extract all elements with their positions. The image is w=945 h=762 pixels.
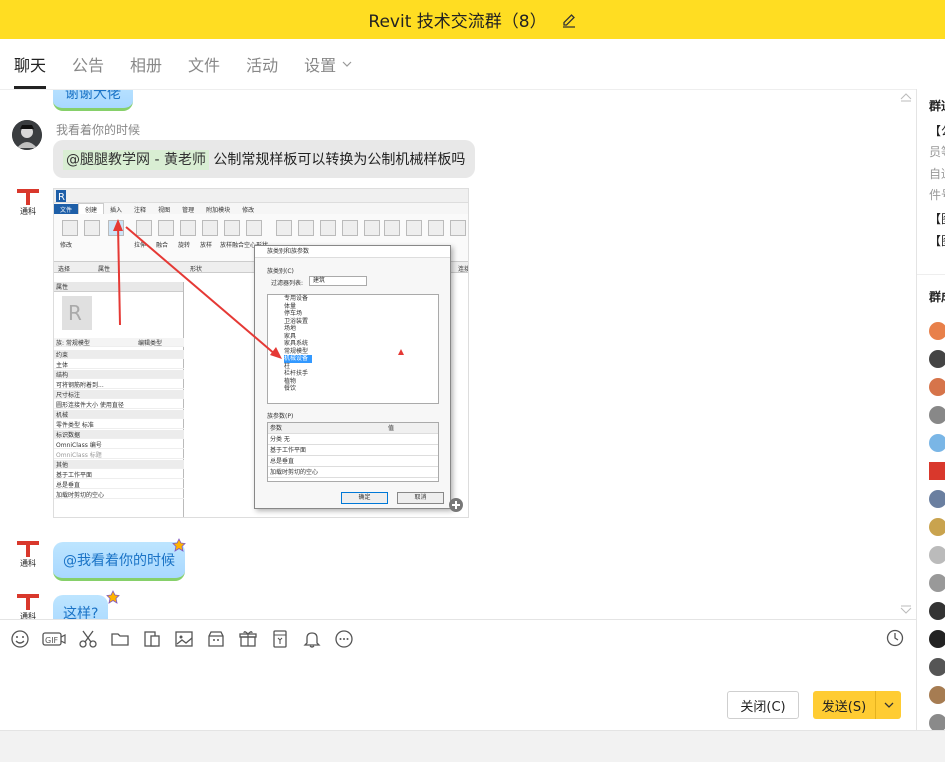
star-badge-icon (106, 590, 120, 604)
member-avatar[interactable] (929, 574, 945, 592)
notice-line[interactable]: 【图 (929, 232, 945, 249)
chevron-down-icon (342, 61, 352, 67)
avatar[interactable]: 通科 (12, 185, 44, 217)
tab-bar: 聊天 公告 相册 文件 活动 设置 (0, 39, 945, 89)
member-avatar[interactable] (929, 406, 945, 424)
bell-icon[interactable] (302, 629, 322, 649)
shop-icon[interactable] (206, 629, 226, 649)
svg-text:通科: 通科 (20, 558, 36, 568)
member-avatar[interactable] (929, 462, 945, 480)
message-text: 这样? (63, 606, 99, 619)
red-packet-icon[interactable] (270, 629, 290, 649)
message-bubble: @我看着你的时候 (53, 542, 185, 581)
folder-icon[interactable] (110, 629, 130, 649)
message-bubble: @腿腿教学网 - 黄老师 公制常规样板可以转换为公制机械样板吗 (53, 140, 476, 178)
image-icon[interactable] (174, 629, 194, 649)
tab-files[interactable]: 文件 (188, 39, 220, 89)
message-text: 公制常规样板可以转换为公制机械样板吗 (213, 152, 466, 168)
doc-scan-icon[interactable] (142, 629, 162, 649)
avatar[interactable]: 通科 (12, 537, 44, 569)
notice-line[interactable]: 【图 (929, 210, 945, 227)
zoom-in-icon[interactable] (448, 497, 464, 513)
notice-title: 群通知 (929, 99, 945, 113)
scissors-icon[interactable] (78, 629, 98, 649)
member-avatar[interactable] (929, 378, 945, 396)
notice-line: 件号 (929, 188, 945, 202)
more-icon[interactable] (334, 629, 354, 649)
send-options-dropdown[interactable] (875, 691, 901, 719)
message-bubble: 谢谢大佬 (53, 90, 133, 111)
avatar[interactable] (12, 120, 42, 150)
tab-settings[interactable]: 设置 (304, 39, 352, 89)
gift-icon[interactable] (238, 629, 258, 649)
member-avatar[interactable] (929, 490, 945, 508)
close-button[interactable]: 关闭(C) (727, 691, 799, 719)
star-badge-icon (172, 538, 186, 552)
status-strip (0, 730, 945, 762)
members-title: 群成员 (929, 290, 945, 304)
svg-text:GIF: GIF (45, 636, 59, 645)
svg-text:通科: 通科 (20, 611, 36, 619)
chat-area[interactable]: 谢谢大佬 我看着你的时候 @腿腿教学网 - 黄老师 公制常规样板可以转换为公制机… (0, 89, 916, 619)
tab-chat[interactable]: 聊天 (14, 39, 47, 89)
tab-announcement[interactable]: 公告 (72, 39, 104, 89)
annotation-arrows (113, 219, 404, 359)
title-bar: Revit 技术交流群（8） (0, 0, 945, 39)
group-sidebar: 群通知 【公 员等 自适 件号 【图 【图 群成员 (916, 89, 945, 730)
notice-line[interactable]: 【公 (929, 122, 945, 139)
member-avatar[interactable] (929, 602, 945, 620)
clock-icon[interactable] (886, 629, 904, 647)
window-title: Revit 技术交流群（8） (368, 12, 547, 32)
sender-name[interactable]: 我看着你的时候 (56, 121, 140, 138)
input-toolbar: GIF (10, 628, 366, 650)
member-avatar[interactable] (929, 322, 945, 340)
chevron-down-icon (884, 702, 893, 708)
member-avatar[interactable] (929, 714, 945, 730)
member-avatar[interactable] (929, 434, 945, 452)
avatar[interactable]: 通科 (12, 590, 44, 619)
member-avatar[interactable] (929, 658, 945, 676)
tab-album[interactable]: 相册 (130, 39, 162, 89)
message-bubble: 这样? (53, 595, 109, 619)
screenshot-image[interactable]: R 文件 创建 插入 注释 视图 管理 附加模块 修改 修改 拉伸 融合 旋转 放样 放样融合… (53, 188, 469, 518)
scroll-down-icon[interactable] (900, 605, 912, 615)
member-avatar[interactable] (929, 686, 945, 704)
member-avatar[interactable] (929, 546, 945, 564)
member-avatar[interactable] (929, 518, 945, 536)
scroll-up-icon[interactable] (900, 92, 912, 102)
notice-line: 自适 (929, 167, 945, 181)
message-text[interactable]: @我看着你的时候 (63, 553, 175, 569)
member-avatar[interactable] (929, 630, 945, 648)
notice-line: 员等 (929, 145, 945, 159)
tab-activity[interactable]: 活动 (246, 39, 278, 89)
emoji-icon[interactable] (10, 629, 30, 649)
input-area[interactable]: GIF 关闭(C) 发送(S) (0, 619, 916, 730)
send-button[interactable]: 发送(S) (813, 691, 901, 719)
edit-icon[interactable] (561, 12, 577, 28)
gif-icon[interactable]: GIF (42, 629, 66, 649)
mention-tag[interactable]: @腿腿教学网 - 黄老师 (63, 150, 209, 170)
member-avatar[interactable] (929, 350, 945, 368)
svg-text:通科: 通科 (20, 206, 36, 216)
